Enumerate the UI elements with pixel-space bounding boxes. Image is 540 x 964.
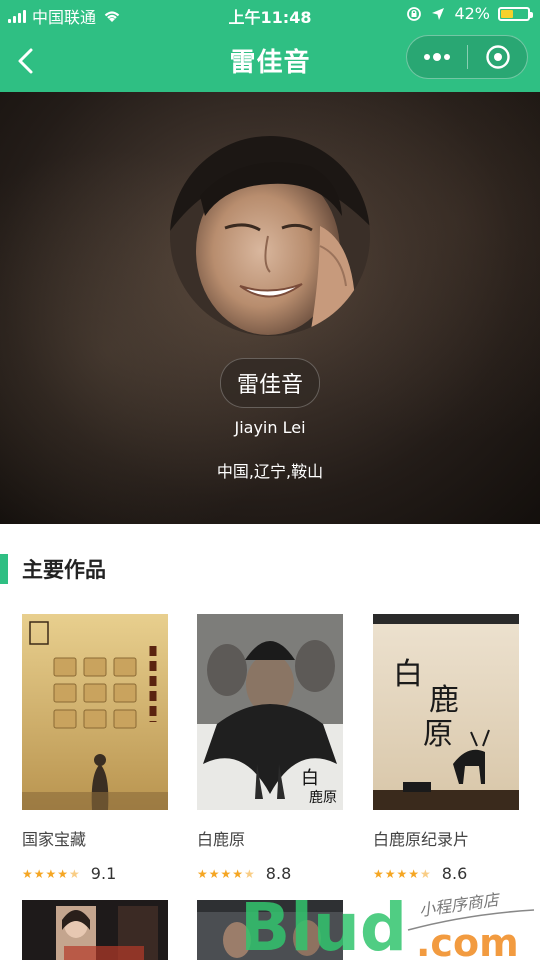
section-header: 主要作品 (0, 548, 540, 588)
work-poster (22, 614, 168, 810)
watermark-small: 小程序商店 (418, 890, 502, 920)
actor-name: 雷佳音 (219, 358, 320, 408)
work-poster: 白 鹿 原 (373, 614, 519, 810)
work-card[interactable]: 白 鹿原 白鹿原 ★★★★★ 8.8 (197, 614, 343, 883)
work-score: 9.1 (90, 864, 117, 883)
nav-bar: 雷佳音 (0, 30, 540, 92)
star-rating-icon: ★★★★★ (22, 866, 81, 881)
orientation-lock-icon (407, 6, 422, 21)
work-rating: ★★★★★ 9.1 (22, 864, 168, 883)
work-poster: 白 鹿原 (197, 614, 343, 810)
work-rating: ★★★★★ 8.6 (373, 864, 519, 883)
work-score: 8.6 (441, 864, 468, 883)
more-button[interactable] (407, 36, 467, 78)
watermark-suffix: .com (416, 921, 519, 960)
svg-text:白: 白 (301, 768, 319, 789)
svg-text:鹿原: 鹿原 (309, 789, 337, 806)
mini-program-capsule (406, 35, 528, 79)
svg-text:原: 原 (423, 717, 453, 752)
status-right: 42% (406, 4, 533, 23)
work-title: 国家宝藏 (22, 830, 87, 849)
actor-birthplace: 中国,辽宁,鞍山 (216, 462, 324, 481)
watermark-main: Blud (240, 889, 407, 960)
battery-fill (501, 9, 513, 18)
location-arrow-icon (432, 7, 445, 20)
watermark: Blud .com 小程序商店 (240, 889, 535, 960)
close-mini-program-button[interactable] (468, 36, 527, 78)
work-rating: ★★★★★ 8.8 (197, 864, 343, 883)
star-rating-icon: ★★★★★ (373, 866, 432, 881)
profile-header: 雷佳音 Jiayin Lei 中国,辽宁,鞍山 (0, 92, 540, 524)
svg-text:白: 白 (393, 657, 423, 692)
work-card[interactable] (22, 900, 168, 960)
work-title: 白鹿原 (197, 830, 246, 849)
actor-name-pill: 雷佳音 (0, 358, 540, 408)
svg-text:鹿: 鹿 (429, 683, 459, 718)
star-rating-icon: ★★★★★ (197, 866, 256, 881)
section-title: 主要作品 (22, 558, 106, 582)
work-title: 白鹿原纪录片 (373, 830, 470, 849)
battery-icon (498, 6, 533, 21)
battery-percent: 42% (454, 4, 490, 23)
work-card[interactable]: 国家宝藏 ★★★★★ 9.1 (22, 614, 168, 883)
target-close-icon (485, 45, 510, 69)
status-bar: 中国联通 上午11:48 42% (0, 0, 540, 30)
work-score: 8.8 (265, 864, 292, 883)
section-accent-bar (0, 554, 8, 584)
work-poster (22, 900, 168, 960)
work-card[interactable]: 白 鹿 原 白鹿原纪录片 ★★★★★ 8.6 (373, 614, 519, 883)
more-dots-icon (424, 53, 450, 61)
avatar (170, 136, 370, 336)
actor-english-name: Jiayin Lei (234, 418, 306, 437)
